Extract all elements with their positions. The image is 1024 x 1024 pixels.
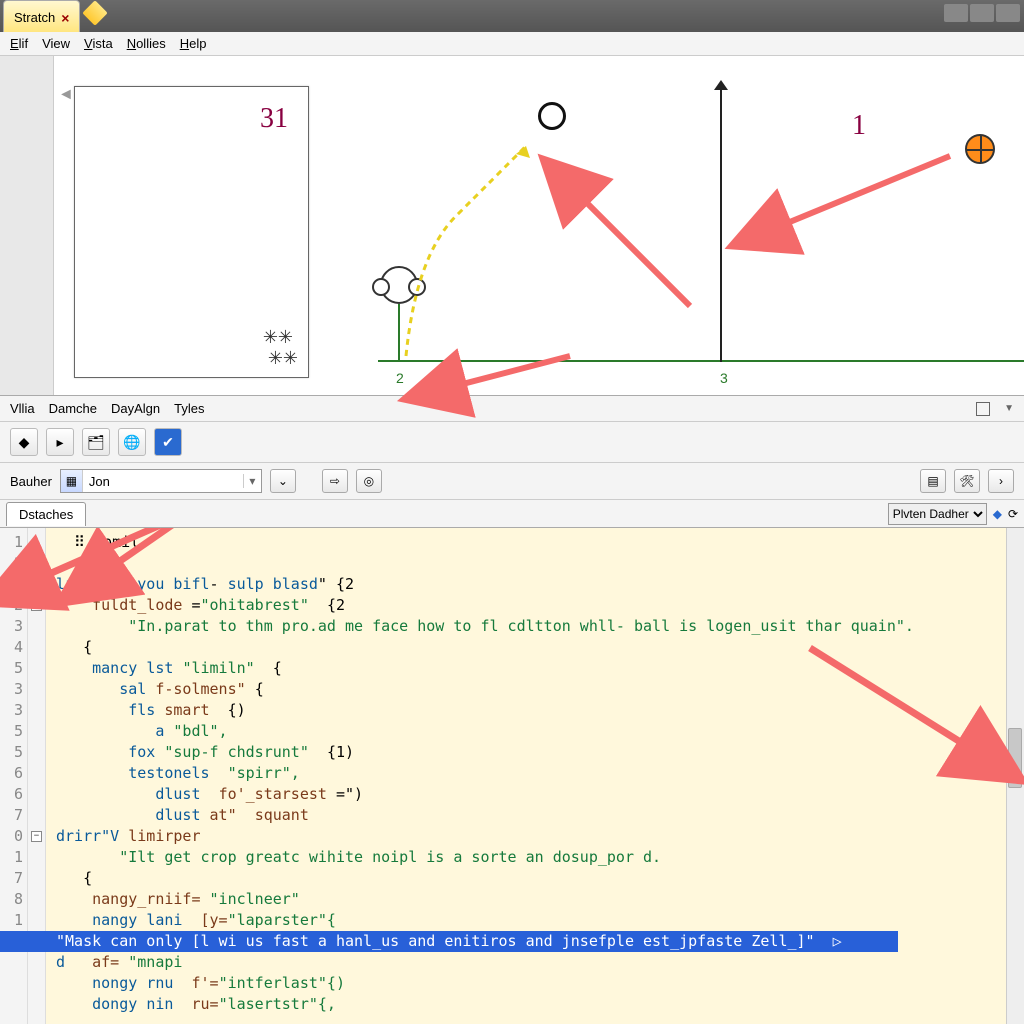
new-tab-button[interactable] (83, 0, 108, 25)
scrollbar-thumb[interactable] (1008, 728, 1022, 788)
main-menubar: Elif View Vista Nollies Help (0, 32, 1024, 56)
sync-icon[interactable]: ⟳ (1008, 507, 1018, 521)
stage-label-1: 1 (852, 110, 866, 142)
toolbar: ◆ ▸ 🗂 🌐 ✔ (0, 422, 1024, 463)
bauher-input[interactable] (83, 470, 243, 492)
secondary-menubar: Vllia Damche DayAlgn Tyles ▼ (0, 396, 1024, 422)
next-button[interactable]: › (988, 469, 1014, 493)
code-content[interactable]: ⠿ Tomil lisistic you bifl- sulp blasd" {… (46, 528, 1024, 1024)
annotation-arrow (760, 146, 960, 249)
tab-group: Stratch × (0, 0, 104, 32)
menu-tyles[interactable]: Tyles (174, 401, 204, 416)
menu-vilia[interactable]: Vllia (10, 401, 35, 416)
code-editor[interactable]: 1 2 3 2 3 4 5 3 3 5 5 6 6 7 0 1 7 8 1 5 … (0, 528, 1024, 1024)
vertical-scrollbar[interactable] (1006, 528, 1024, 1024)
close-button[interactable] (996, 4, 1020, 22)
run-arrow-button[interactable]: ⇨ (322, 469, 348, 493)
globe-icon[interactable]: 🌐 (118, 428, 146, 456)
selected-line: "Mask can only [l wi us fast a hanl_us a… (0, 931, 898, 952)
toolbutton-2[interactable]: ▸ (46, 428, 74, 456)
ball-outline-sprite[interactable] (538, 102, 566, 130)
titlebar: Stratch × (0, 0, 1024, 32)
sparkle-decoration: ✳✳ ✳✳ (263, 327, 298, 369)
toolbutton-1[interactable]: ◆ (10, 428, 38, 456)
fold-toggle-icon[interactable]: − (31, 600, 42, 611)
axis-tick-3: 3 (720, 370, 728, 386)
check-icon[interactable]: ✔ (154, 428, 182, 456)
bauher-label: Bauher (10, 474, 52, 489)
bauher-combo[interactable]: ▦ ▾ (60, 469, 262, 493)
trajectory-curve (396, 136, 546, 360)
annotation-arrow (560, 186, 700, 319)
pane-menu-chevron-icon[interactable]: ▼ (1004, 403, 1014, 414)
editor-tabs-row: Dstaches Plvten Dadher ◆ ⟳ (0, 500, 1024, 528)
target-button[interactable]: ◎ (356, 469, 382, 493)
app-window: Stratch × Elif View Vista Nollies Help ◄… (0, 0, 1024, 1024)
combo-dropdown-icon[interactable]: ▾ (243, 474, 261, 488)
tab-dstaches[interactable]: Dstaches (6, 502, 86, 526)
maximize-button[interactable] (970, 4, 994, 22)
input-row: Bauher ▦ ▾ ⌄ ⇨ ◎ ▤ 🛠 › (0, 463, 1024, 500)
folder-icon[interactable]: 🗂 (82, 428, 110, 456)
back-arrow-icon[interactable]: ◄ (58, 86, 74, 104)
document-tab[interactable]: Stratch × (3, 0, 80, 32)
stage-left-rail (0, 56, 54, 395)
mini-stage[interactable]: 31 ✳✳ ✳✳ (74, 86, 309, 378)
pane-maximize-icon[interactable] (976, 402, 990, 416)
menu-dayalgn[interactable]: DayAlgn (111, 401, 160, 416)
menu-nolies[interactable]: Nollies (127, 36, 166, 51)
ground-line (378, 360, 1024, 362)
axis-arrow-icon (714, 80, 728, 90)
fold-toggle-icon[interactable]: − (31, 831, 42, 842)
menu-vista[interactable]: Vista (84, 36, 113, 51)
editor-mode-select[interactable]: Plvten Dadher (888, 503, 987, 525)
menu-damche[interactable]: Damche (49, 401, 97, 416)
combo-history-button[interactable]: ⌄ (270, 469, 296, 493)
tab-close-icon[interactable]: × (61, 10, 69, 26)
panel-button[interactable]: ▤ (920, 469, 946, 493)
minimize-button[interactable] (944, 4, 968, 22)
vertical-axis (720, 86, 722, 362)
window-controls (940, 0, 1024, 26)
axis-tick-2: 2 (396, 370, 404, 386)
pin-icon[interactable]: ◆ (993, 507, 1002, 521)
stage-label-31: 31 (260, 103, 288, 135)
menu-edit[interactable]: Elif (10, 36, 28, 51)
menu-help[interactable]: Help (180, 36, 207, 51)
stage-area: ◄ 31 ✳✳ ✳✳ 1 2 3 (0, 56, 1024, 396)
combo-icon: ▦ (61, 470, 83, 492)
basketball-sprite[interactable] (965, 134, 995, 164)
tab-title: Stratch (14, 10, 55, 25)
tools-button[interactable]: 🛠 (954, 469, 980, 493)
menu-view[interactable]: View (42, 36, 70, 51)
